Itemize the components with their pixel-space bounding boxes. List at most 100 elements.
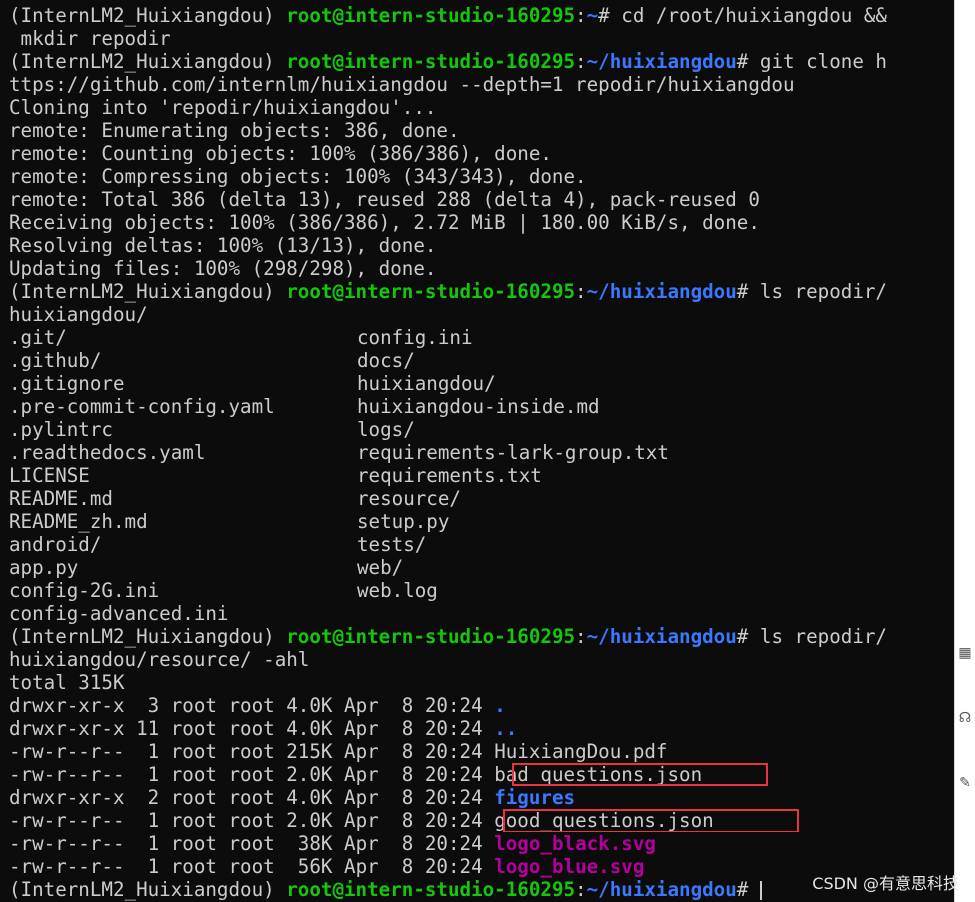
file-perm: -rw-r--r--	[9, 740, 125, 763]
terminal-output[interactable]: (InternLM2_Huixiangdou) root@intern-stud…	[9, 4, 954, 901]
ls-entry: huixiangdou/	[357, 372, 496, 395]
ls-long-row: drwxr-xr-x 3 root root 4.0K Apr 8 20:24 …	[9, 694, 954, 717]
file-meta: 11 root root 4.0K Apr 8 20:24	[124, 717, 495, 740]
terminal-line: huixiangdou/	[9, 303, 148, 326]
command-text: ls repodir/	[759, 625, 887, 648]
terminal-line: (InternLM2_Huixiangdou) root@intern-stud…	[9, 280, 954, 303]
watermark: CSDN @有意思科技	[812, 874, 959, 893]
file-perm: -rw-r--r--	[9, 763, 125, 786]
prompt-env: (InternLM2_Huixiangdou)	[9, 878, 287, 901]
prompt-env: (InternLM2_Huixiangdou)	[9, 280, 287, 303]
ls-entry: app.py	[9, 556, 79, 579]
ls-long-row: drwxr-xr-x 2 root root 4.0K Apr 8 20:24 …	[9, 786, 954, 809]
ls-long-row: -rw-r--r-- 1 root root 215K Apr 8 20:24 …	[9, 740, 954, 763]
ls-entry: .git/	[9, 326, 67, 349]
command-text: cd /root/huixiangdou &&	[621, 4, 887, 27]
ls-row: app.py web/	[9, 556, 954, 579]
terminal-line: mkdir repodir	[9, 27, 171, 50]
ls-entry: requirements.txt	[357, 464, 542, 487]
right-side-toolbar: ▦ ☊ ✎	[954, 0, 975, 902]
prompt-path: ~/huixiangdou	[586, 625, 737, 648]
file-name: logo_black.svg	[494, 832, 656, 855]
file-perm: drwxr-xr-x	[9, 786, 125, 809]
ls-row: .pre-commit-config.yaml huixiangdou-insid…	[9, 395, 954, 418]
qr-icon[interactable]: ▦	[957, 645, 973, 661]
prompt-separator: :	[575, 280, 587, 303]
ls-entry: config-2G.ini	[9, 579, 160, 602]
prompt-separator: :	[575, 4, 587, 27]
terminal-line: total 315K	[9, 671, 125, 694]
file-perm: -rw-r--r--	[9, 809, 125, 832]
prompt-symbol: #	[736, 878, 760, 901]
ls-row: config-advanced.ini	[9, 602, 954, 625]
file-perm: -rw-r--r--	[9, 832, 125, 855]
file-meta: 1 root root 38K Apr 8 20:24	[124, 832, 495, 855]
ls-long-row: -rw-r--r-- 1 root root 2.0K Apr 8 20:24 …	[9, 809, 954, 832]
terminal-line: Cloning into 'repodir/huixiangdou'...	[9, 96, 437, 119]
file-meta: 3 root root 4.0K Apr 8 20:24	[124, 694, 495, 717]
file-name: logo_blue.svg	[494, 855, 645, 878]
ls-entry: config-advanced.ini	[9, 602, 229, 625]
terminal-line: remote: Counting objects: 100% (386/386)…	[9, 142, 552, 165]
ls-entry: resource/	[357, 487, 461, 510]
ls-row: android/tests/	[9, 533, 954, 556]
terminal-line: Receiving objects: 100% (386/386), 2.72 …	[9, 211, 760, 234]
file-meta: 1 root root 215K Apr 8 20:24	[124, 740, 495, 763]
file-name: .	[494, 694, 506, 717]
file-name: HuixiangDou.pdf	[494, 740, 668, 763]
file-perm: drwxr-xr-x	[9, 717, 125, 740]
ls-row: .readthedocs.yaml requirements-lark-group…	[9, 441, 954, 464]
ls-entry: requirements-lark-group.txt	[357, 441, 669, 464]
terminal-line: ttps://github.com/internlm/huixiangdou -…	[9, 73, 795, 96]
file-perm: -rw-r--r--	[9, 855, 125, 878]
ls-entry: setup.py	[357, 510, 450, 533]
file-name: figures	[494, 786, 576, 809]
terminal-line: remote: Enumerating objects: 386, done.	[9, 119, 460, 142]
prompt-symbol: #	[736, 625, 760, 648]
highlight-box	[503, 809, 799, 832]
file-meta: 2 root root 4.0K Apr 8 20:24	[124, 786, 495, 809]
edit-icon[interactable]: ✎	[957, 775, 973, 791]
ls-entry: docs/	[357, 349, 415, 372]
prompt-env: (InternLM2_Huixiangdou)	[9, 50, 287, 73]
ls-entry: .github/	[9, 349, 102, 372]
ls-entry: config.ini	[357, 326, 473, 349]
ls-entry: README_zh.md	[9, 510, 148, 533]
ls-long-row: -rw-r--r-- 1 root root 2.0K Apr 8 20:24 …	[9, 763, 954, 786]
prompt-env: (InternLM2_Huixiangdou)	[9, 4, 287, 27]
ls-entry: huixiangdou-inside.md	[357, 395, 600, 418]
ls-entry: LICENSE	[9, 464, 90, 487]
terminal-line: (InternLM2_Huixiangdou) root@intern-stud…	[9, 625, 954, 648]
headset-icon[interactable]: ☊	[957, 710, 973, 726]
ls-entry: .pylintrc	[9, 418, 113, 441]
prompt-path: ~/huixiangdou	[586, 50, 737, 73]
command-text: git clone h	[759, 50, 887, 73]
terminal-line: (InternLM2_Huixiangdou) root@intern-stud…	[9, 4, 954, 27]
prompt-separator: :	[575, 878, 587, 901]
command-text: ls repodir/	[759, 280, 887, 303]
ls-row: .pylintrc logs/	[9, 418, 954, 441]
prompt-env: (InternLM2_Huixiangdou)	[9, 625, 287, 648]
ls-entry: .readthedocs.yaml	[9, 441, 206, 464]
terminal-line: huixiangdou/resource/ -ahl	[9, 648, 310, 671]
terminal-line: remote: Compressing objects: 100% (343/3…	[9, 165, 587, 188]
prompt-user-host: root@intern-studio-160295	[286, 4, 576, 27]
terminal-line: Resolving deltas: 100% (13/13), done.	[9, 234, 437, 257]
ls-row: config-2G.ini web.log	[9, 579, 954, 602]
ls-row: .gitignore huixiangdou/	[9, 372, 954, 395]
prompt-path: ~/huixiangdou	[586, 878, 737, 901]
prompt-path: ~/huixiangdou	[586, 280, 737, 303]
ls-entry: .gitignore	[9, 372, 125, 395]
ls-entry: tests/	[357, 533, 427, 556]
ls-long-row: -rw-r--r-- 1 root root 38K Apr 8 20:24 l…	[9, 832, 954, 855]
ls-row: README_zh.md setup.py	[9, 510, 954, 533]
prompt-separator: :	[575, 50, 587, 73]
terminal-line: remote: Total 386 (delta 13), reused 288…	[9, 188, 760, 211]
terminal-line: (InternLM2_Huixiangdou) root@intern-stud…	[9, 50, 954, 73]
prompt-symbol: #	[598, 4, 622, 27]
file-perm: drwxr-xr-x	[9, 694, 125, 717]
file-meta: 1 root root 2.0K Apr 8 20:24	[124, 763, 495, 786]
file-name: ..	[494, 717, 518, 740]
ls-row: .git/config.ini	[9, 326, 954, 349]
prompt-separator: :	[575, 625, 587, 648]
